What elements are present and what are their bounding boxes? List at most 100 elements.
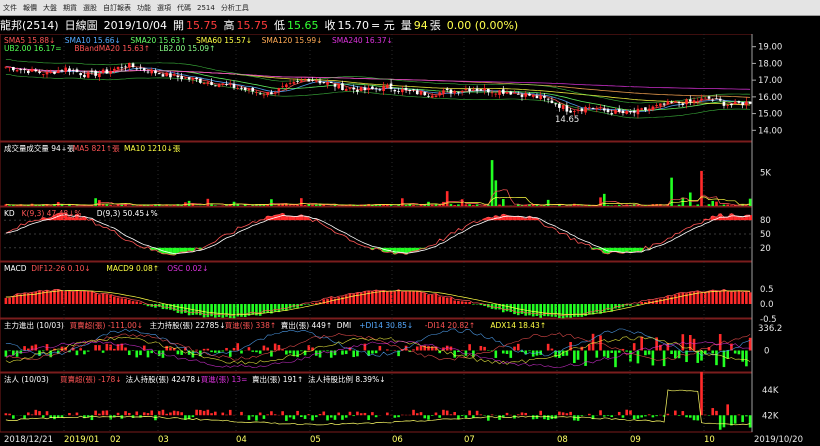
macd-osc-bar: [550, 304, 554, 317]
candle-body: [113, 68, 116, 71]
macd-osc-bar: [573, 304, 576, 317]
main-force-bar: [509, 350, 513, 358]
institutional-bar: [423, 415, 427, 419]
toolbar-item[interactable]: 文件: [3, 3, 17, 13]
macd-osc-bar: [457, 300, 460, 304]
institutional-bar: [4, 413, 8, 416]
main-force-bar: [124, 347, 127, 351]
month-label: 2018/12/21: [4, 435, 53, 445]
institutional-bar: [632, 415, 636, 420]
toolbar-item[interactable]: 期貨: [63, 3, 77, 13]
institutional-bar: [644, 415, 647, 417]
institutional-bar: [8, 413, 11, 416]
main-force-bar: [105, 343, 109, 351]
candle-body: [707, 96, 711, 99]
candle-body: [142, 68, 146, 71]
macd-osc-bar: [404, 291, 408, 304]
main-force-bar: [4, 350, 8, 357]
candle-body: [599, 107, 602, 109]
main-force-bar: [610, 350, 614, 353]
volume-bar: [696, 204, 700, 206]
macd-osc-bar: [427, 294, 430, 304]
institutional-bar: [569, 411, 572, 416]
volume-bar: [722, 204, 726, 206]
main-force-bar: [251, 350, 255, 352]
volume-bar: [109, 204, 112, 206]
toolbar-item[interactable]: 2514: [197, 4, 215, 12]
institutional-bar: [68, 413, 71, 416]
volume-bar: [457, 204, 460, 206]
candle-body: [359, 86, 363, 92]
candle-body: [281, 86, 284, 88]
volume-bar: [475, 204, 479, 206]
candle-body: [71, 70, 75, 71]
main-force-legend: 主力進出 (10/03): [4, 320, 64, 330]
candle-body: [371, 86, 374, 89]
main-force-bar: [165, 345, 168, 351]
main-force-bar: [371, 350, 374, 354]
toolbar-item[interactable]: 報價: [23, 3, 37, 13]
toolbar-item[interactable]: 功能: [137, 3, 151, 13]
institutional-bar: [558, 411, 561, 416]
macd-osc-bar: [172, 304, 176, 311]
institutional-bar: [292, 415, 296, 420]
main-force-bar: [113, 348, 116, 351]
institutional-bar: [262, 415, 266, 419]
macd-osc-bar: [718, 291, 722, 304]
institutional-bar: [146, 413, 150, 416]
institutional-bar: [214, 411, 217, 416]
institutional-bar: [524, 412, 528, 416]
sma-line: [5, 66, 751, 113]
volume-bar: [389, 205, 393, 206]
toolbar-item[interactable]: 自訂報表: [103, 3, 131, 13]
stock-name[interactable]: 龍邦(2514): [0, 17, 59, 33]
institutional-bar: [397, 415, 400, 418]
month-label: 2019/01: [64, 435, 99, 445]
candle-body: [270, 92, 273, 95]
macd-osc-bar: [139, 302, 142, 304]
macd-osc-bar: [445, 297, 449, 304]
change-value: 0.00 (0.00%): [446, 18, 519, 32]
institutional-bar: [561, 412, 565, 416]
candle-body: [34, 70, 38, 72]
toolbar-item[interactable]: 分析工具: [221, 3, 249, 13]
main-force-bar: [225, 347, 228, 351]
institutional-bar: [311, 415, 314, 421]
candle-body: [733, 101, 737, 105]
candle-body: [498, 90, 501, 95]
main-force-bar: [292, 350, 296, 357]
volume-bar: [483, 205, 486, 206]
macd-osc-bar: [228, 304, 232, 319]
candle-body: [86, 72, 90, 78]
toolbar-item[interactable]: 選項: [157, 3, 171, 13]
institutional-bar: [251, 415, 255, 417]
macd-osc-bar: [176, 304, 180, 313]
candle-body: [326, 82, 329, 85]
institutional-bar: [142, 412, 146, 416]
stock-chart[interactable]: 19.0018.0017.0016.0015.0014.0014.65SMA5 …: [0, 34, 820, 446]
main-force-bar: [415, 346, 419, 351]
volume-bar: [105, 204, 109, 206]
institutional-bar: [101, 410, 105, 416]
main-force-bar: [169, 347, 172, 351]
candle-body: [625, 110, 629, 114]
toolbar-item[interactable]: 代碼: [177, 3, 191, 13]
macd-osc-bar: [569, 304, 572, 318]
institutional-bar: [539, 410, 542, 416]
volume-bar: [438, 205, 442, 206]
institutional-bar: [273, 414, 277, 416]
main-force-bar: [715, 350, 718, 366]
candle-body: [311, 79, 314, 81]
main-force-bar: [733, 350, 737, 354]
toolbar-item[interactable]: 大盤: [43, 3, 57, 13]
volume-bar: [292, 205, 296, 206]
main-force-bar: [419, 345, 423, 351]
candle-body: [314, 81, 318, 83]
toolbar-item[interactable]: 選股: [83, 3, 97, 13]
month-label: 02: [110, 435, 121, 445]
macd-osc-bar: [730, 291, 733, 304]
macd-osc-bar: [187, 304, 191, 316]
period-label[interactable]: 日線圖: [65, 17, 98, 33]
candle-body: [513, 92, 516, 94]
kd-legend: K(9,3) 47.48↓%: [22, 209, 82, 218]
